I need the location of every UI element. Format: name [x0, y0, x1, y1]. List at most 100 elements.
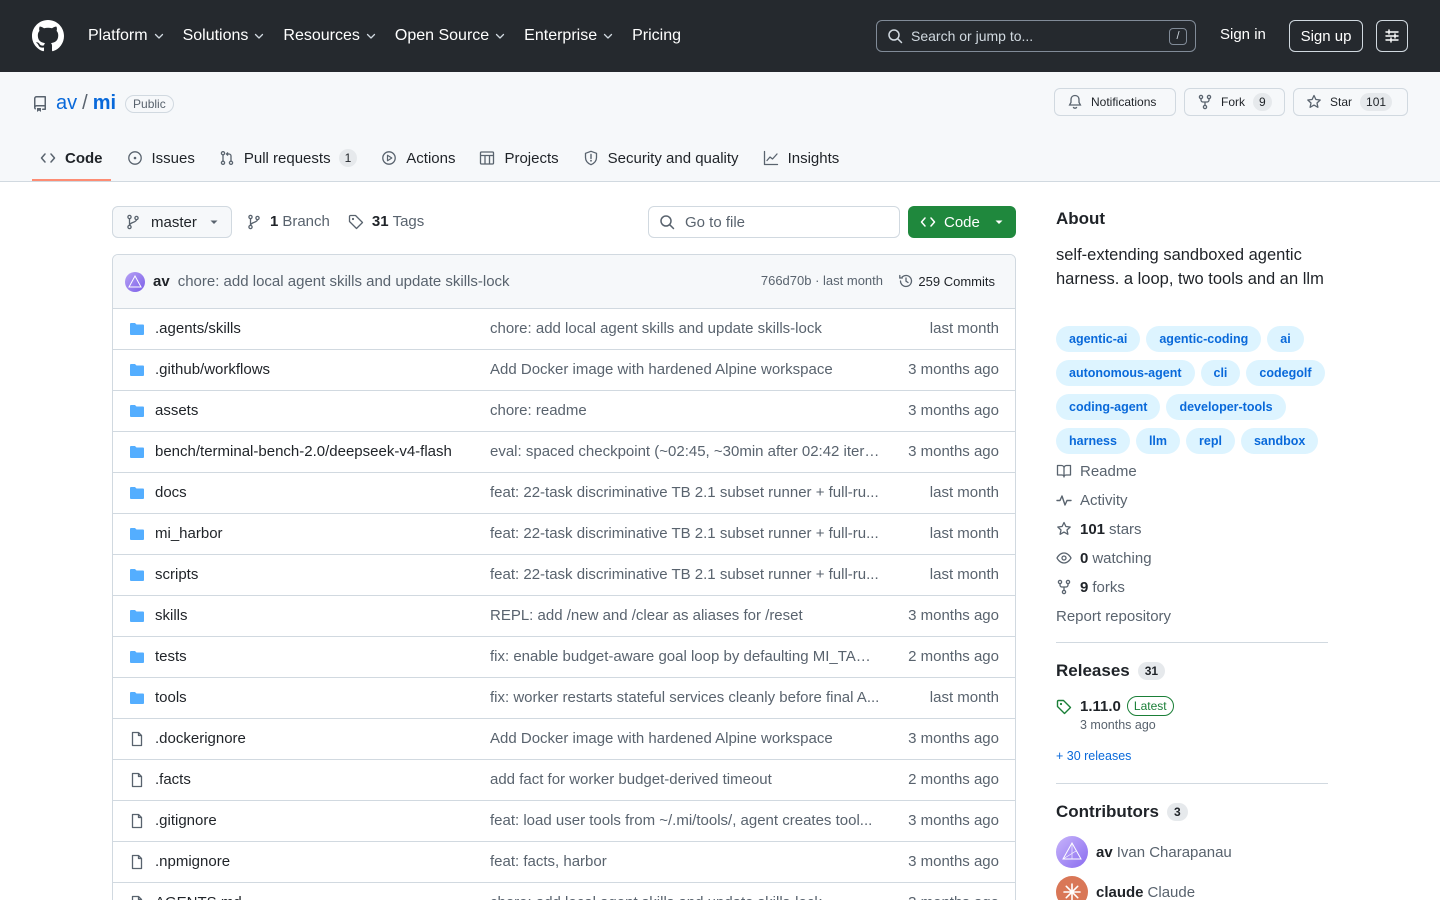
file-commit-message[interactable]: chore: add local agent skills and update…: [490, 320, 880, 337]
branch-name: master: [151, 213, 197, 231]
file-commit-message[interactable]: feat: facts, harbor: [490, 853, 880, 870]
github-logo-icon[interactable]: [32, 20, 64, 52]
tab-actions[interactable]: Actions: [373, 140, 463, 176]
file-commit-message[interactable]: fix: enable budget-aware goal loop by de…: [490, 648, 880, 665]
code-download-button[interactable]: Code: [908, 206, 1016, 238]
file-commit-message[interactable]: add fact for worker budget-derived timeo…: [490, 771, 880, 788]
file-name-link[interactable]: .npmignore: [155, 853, 230, 870]
topic-tag[interactable]: sandbox: [1240, 428, 1319, 454]
readme-link[interactable]: Readme: [1056, 461, 1328, 481]
more-releases-link[interactable]: + 30 releases: [1056, 749, 1131, 763]
file-commit-message[interactable]: Add Docker image with hardened Alpine wo…: [490, 730, 880, 747]
branches-link[interactable]: 1 Branch: [246, 213, 330, 230]
notifications-button[interactable]: Notifications: [1054, 88, 1176, 116]
latest-release[interactable]: 1.11.0 Latest 3 months ago: [1056, 696, 1174, 732]
contributors-heading[interactable]: Contributors 3: [1056, 802, 1188, 822]
commit-author[interactable]: av: [153, 273, 170, 290]
file-commit-message[interactable]: chore: readme: [490, 402, 880, 419]
avatar[interactable]: [125, 271, 145, 292]
star-count: 101: [1360, 93, 1393, 111]
topic-tag[interactable]: cli: [1200, 360, 1241, 386]
commit-message[interactable]: chore: add local agent skills and update…: [178, 273, 510, 290]
sign-in-link[interactable]: Sign in: [1220, 26, 1266, 43]
nav-open-source[interactable]: Open Source: [395, 24, 506, 48]
nav-resources[interactable]: Resources: [283, 24, 376, 48]
file-commit-message[interactable]: fix: worker restarts stateful services c…: [490, 689, 880, 706]
file-name-link[interactable]: docs: [155, 484, 187, 501]
file-name-link[interactable]: .gitignore: [155, 812, 217, 829]
fork-button[interactable]: Fork 9: [1184, 88, 1285, 116]
tab-pull-requests[interactable]: Pull requests 1: [211, 140, 365, 176]
file-name-link[interactable]: .dockerignore: [155, 730, 246, 747]
repo-name-link[interactable]: mi: [93, 92, 116, 115]
stars-link[interactable]: 101 stars: [1056, 519, 1328, 539]
file-commit-message[interactable]: Add Docker image with hardened Alpine wo…: [490, 361, 880, 378]
topic-tag[interactable]: codegolf: [1246, 360, 1325, 386]
forks-link[interactable]: 9 forks: [1056, 577, 1328, 597]
sidebar-divider: [1056, 642, 1328, 643]
code-icon: [920, 217, 936, 227]
topic-tag[interactable]: agentic-coding: [1146, 326, 1262, 352]
file-name-link[interactable]: .agents/skills: [155, 320, 241, 337]
file-name-link[interactable]: .facts: [155, 771, 191, 788]
file-name-link[interactable]: AGENTS.md: [155, 894, 242, 900]
tab-issues[interactable]: Issues: [119, 140, 203, 176]
commit-sha-date[interactable]: 766d70b · last month: [761, 273, 883, 288]
file-commit-message[interactable]: feat: 22-task discriminative TB 2.1 subs…: [490, 525, 880, 542]
tab-label: Projects: [504, 149, 559, 167]
tab-insights[interactable]: Insights: [755, 140, 848, 176]
sign-up-button[interactable]: Sign up: [1289, 20, 1363, 52]
menu-button[interactable]: [1376, 20, 1408, 52]
star-button[interactable]: Star 101: [1293, 88, 1408, 116]
tab-code[interactable]: Code: [32, 140, 111, 181]
go-to-file-placeholder: Go to file: [685, 213, 746, 231]
branch-count-label: Branch: [282, 213, 330, 230]
branch-selector[interactable]: master: [112, 206, 232, 238]
nav-pricing[interactable]: Pricing: [632, 24, 681, 48]
file-name-link[interactable]: skills: [155, 607, 188, 624]
topic-tag[interactable]: ai: [1267, 326, 1304, 352]
file-icon: [131, 895, 143, 900]
file-commit-message[interactable]: chore: add local agent skills and update…: [490, 894, 880, 900]
tab-security-and-quality[interactable]: Security and quality: [575, 140, 747, 176]
repo-owner-link[interactable]: av: [56, 92, 77, 115]
tags-link[interactable]: 31 Tags: [348, 213, 424, 230]
contributors-title: Contributors: [1056, 802, 1159, 821]
nav-platform[interactable]: Platform: [88, 24, 165, 48]
file-icon: [131, 813, 143, 829]
file-name-link[interactable]: assets: [155, 402, 198, 419]
file-commit-message[interactable]: feat: 22-task discriminative TB 2.1 subs…: [490, 566, 880, 583]
file-commit-message[interactable]: eval: spaced checkpoint (~02:45, ~30min …: [490, 443, 880, 460]
file-commit-message[interactable]: REPL: add /new and /clear as aliases for…: [490, 607, 880, 624]
file-name-link[interactable]: tests: [155, 648, 187, 665]
tab-projects[interactable]: Projects: [471, 140, 566, 176]
topic-tag[interactable]: llm: [1135, 428, 1181, 454]
topic-tag[interactable]: agentic-ai: [1056, 326, 1141, 352]
nav-solutions[interactable]: Solutions: [183, 24, 266, 48]
contributor-name: Claude: [1147, 883, 1196, 900]
topic-tag[interactable]: repl: [1186, 428, 1235, 454]
file-commit-message[interactable]: feat: load user tools from ~/.mi/tools/,…: [490, 812, 880, 829]
nav-enterprise[interactable]: Enterprise: [524, 24, 614, 48]
watchers-link[interactable]: 0 watching: [1056, 548, 1328, 568]
contributor-item[interactable]: claude Claude: [1056, 876, 1195, 900]
file-name-link[interactable]: bench/terminal-bench-2.0/deepseek-v4-fla…: [155, 443, 452, 460]
global-search-input[interactable]: Search or jump to... /: [876, 20, 1196, 52]
topic-tag[interactable]: autonomous-agent: [1056, 360, 1195, 386]
contributor-item[interactable]: av Ivan Charapanau: [1056, 836, 1232, 868]
watching-label: watching: [1092, 549, 1152, 567]
activity-link[interactable]: Activity: [1056, 490, 1328, 510]
topic-tag[interactable]: harness: [1056, 428, 1130, 454]
graph-icon: [763, 150, 778, 166]
file-name-link[interactable]: tools: [155, 689, 187, 706]
report-repository-link[interactable]: Report repository: [1056, 606, 1328, 626]
topic-tag[interactable]: developer-tools: [1166, 394, 1286, 420]
file-name-link[interactable]: mi_harbor: [155, 525, 223, 542]
releases-heading[interactable]: Releases 31: [1056, 661, 1166, 681]
file-name-link[interactable]: .github/workflows: [155, 361, 270, 378]
topic-tag[interactable]: coding-agent: [1056, 394, 1161, 420]
commits-link[interactable]: 259 Commits: [898, 273, 995, 289]
file-commit-message[interactable]: feat: 22-task discriminative TB 2.1 subs…: [490, 484, 880, 501]
go-to-file-input[interactable]: Go to file: [648, 206, 900, 238]
file-name-link[interactable]: scripts: [155, 566, 198, 583]
